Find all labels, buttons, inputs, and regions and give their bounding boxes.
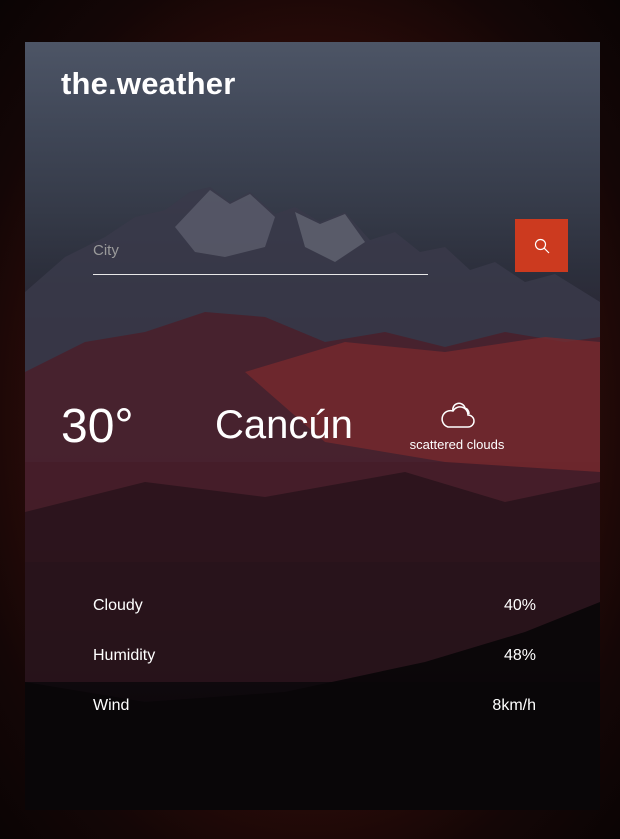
detail-row-wind: Wind 8km/h: [93, 697, 536, 747]
city-search-input[interactable]: [93, 228, 428, 275]
condition-text: scattered clouds: [409, 437, 505, 452]
temperature-value: 30°: [61, 400, 134, 453]
detail-row-cloudy: Cloudy 40%: [93, 597, 536, 647]
app-logo: the.weather: [61, 66, 236, 101]
weather-details: Cloudy 40% Humidity 48% Wind 8km/h: [93, 597, 536, 747]
detail-label: Wind: [93, 697, 130, 714]
detail-value: 8km/h: [492, 697, 536, 714]
search-icon: [534, 238, 549, 253]
detail-label: Cloudy: [93, 597, 143, 614]
condition-block: scattered clouds: [397, 402, 517, 452]
weather-app-card: the.weather 30° Cancún scattered clouds …: [25, 42, 600, 810]
detail-value: 40%: [503, 597, 536, 614]
cloud-icon: [441, 402, 475, 428]
detail-value: 48%: [503, 647, 536, 664]
detail-label: Humidity: [93, 647, 156, 664]
city-name: Cancún: [215, 403, 353, 447]
detail-row-humidity: Humidity 48%: [93, 647, 536, 697]
search-button[interactable]: [515, 219, 568, 272]
